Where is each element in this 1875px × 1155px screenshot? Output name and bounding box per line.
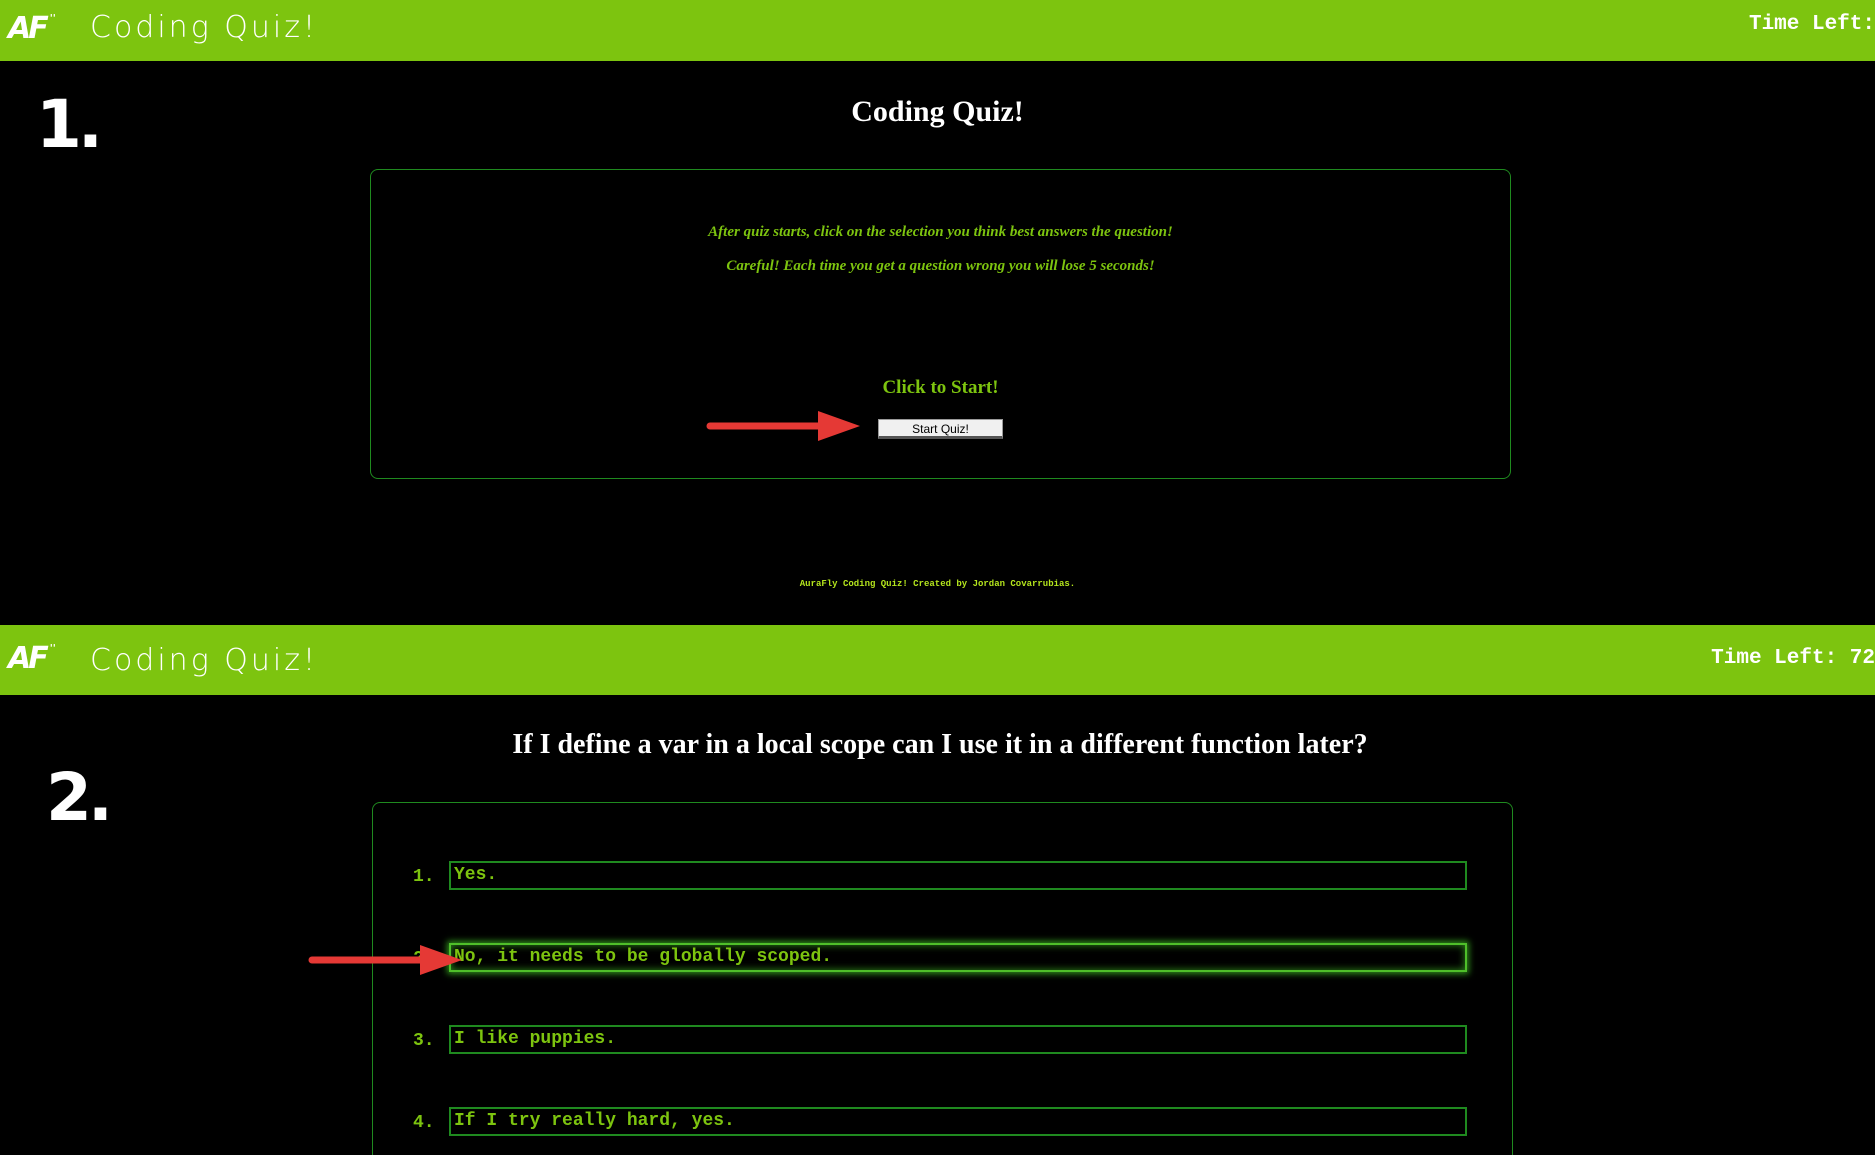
answer-number: 3. xyxy=(413,1031,435,1051)
answer-row: 2. No, it needs to be globally scoped. xyxy=(413,943,1503,973)
page-title: Coding Quiz! xyxy=(851,95,1024,128)
answers-container: 1. Yes. 2. No, it needs to be globally s… xyxy=(372,802,1513,1155)
footer-credit: AuraFly Coding Quiz! Created by Jordan C… xyxy=(799,579,1076,589)
header-bar: AF '' Coding Quiz! Time Left: 72 xyxy=(0,625,1875,695)
question-text: If I define a var in a local scope can I… xyxy=(512,729,1368,760)
answer-button[interactable]: No, it needs to be globally scoped. xyxy=(449,943,1467,972)
start-quiz-button[interactable]: Start Quiz! xyxy=(878,419,1003,439)
answer-row: 3. I like puppies. xyxy=(413,1025,1503,1055)
arrow-right-icon xyxy=(706,411,860,441)
time-left: Time Left: xyxy=(1748,13,1875,36)
answer-row: 4. If I try really hard, yes. xyxy=(413,1107,1503,1137)
instruction-line: After quiz starts, click on the selectio… xyxy=(708,224,1173,240)
arrow-right-icon xyxy=(308,945,462,975)
answer-row: 1. Yes. xyxy=(413,861,1503,891)
screen-question: AF '' Coding Quiz! Time Left: 72 2. If I … xyxy=(0,625,1875,1155)
af-logo: AF '' xyxy=(8,641,56,676)
answer-button[interactable]: If I try really hard, yes. xyxy=(449,1107,1467,1136)
answer-button[interactable]: I like puppies. xyxy=(449,1025,1467,1054)
quiz-container: After quiz starts, click on the selectio… xyxy=(370,169,1511,479)
answer-number: 4. xyxy=(413,1113,435,1133)
app-title: Coding Quiz! xyxy=(90,643,318,678)
screen-start: AF '' Coding Quiz! Time Left: 1. Coding Q… xyxy=(0,0,1875,625)
time-left: Time Left: 72 xyxy=(1711,647,1875,670)
header-bar: AF '' Coding Quiz! Time Left: xyxy=(0,0,1875,61)
start-prompt: Click to Start! xyxy=(882,377,999,398)
af-logo: AF '' xyxy=(8,11,56,46)
step-label: 2. xyxy=(46,759,113,836)
answer-number: 1. xyxy=(413,867,435,887)
instruction-line: Careful! Each time you get a question wr… xyxy=(726,258,1155,274)
app-title: Coding Quiz! xyxy=(90,10,318,45)
answer-button[interactable]: Yes. xyxy=(449,861,1467,890)
